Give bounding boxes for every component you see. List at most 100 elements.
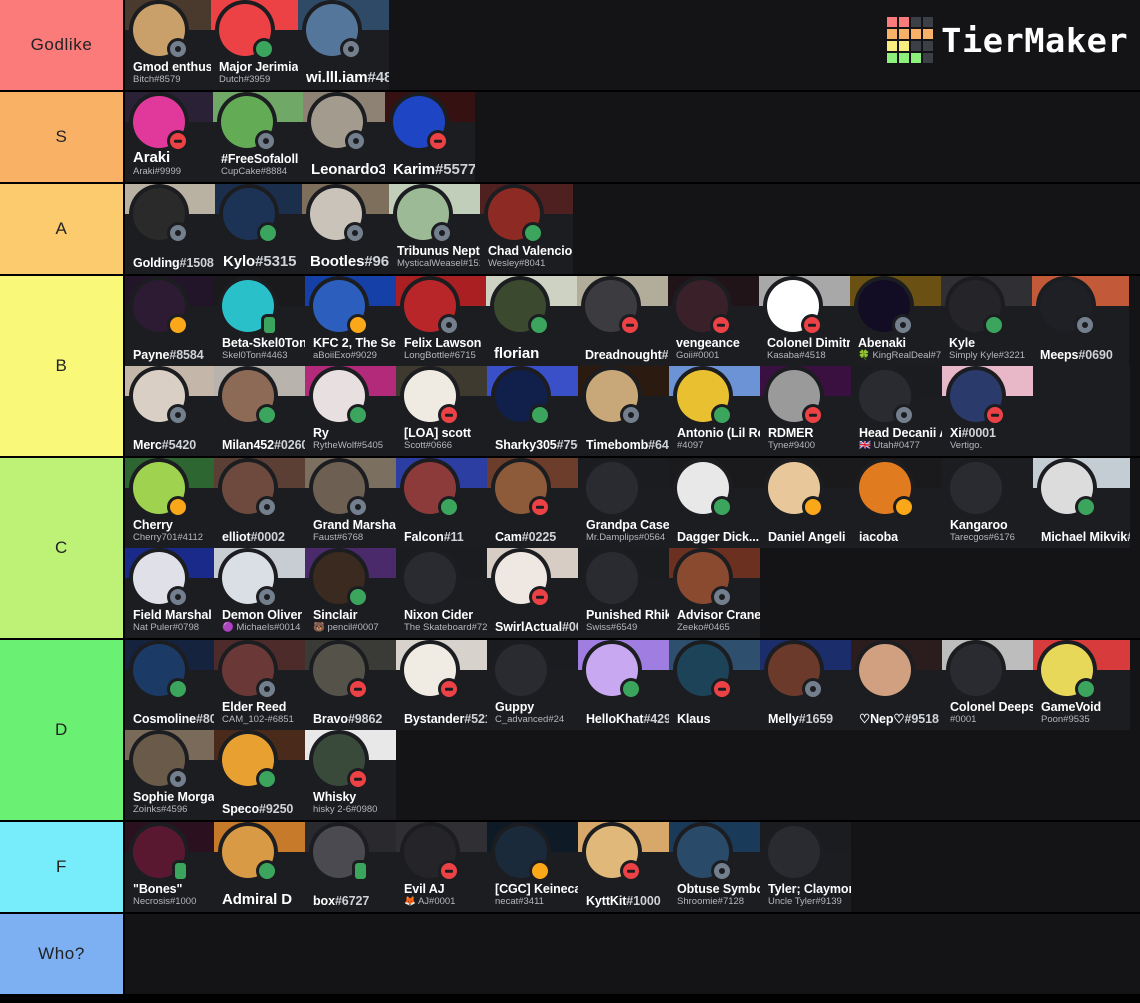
tier-label-godlike[interactable]: Godlike bbox=[0, 0, 125, 90]
tier-item-card[interactable]: Falcon#11 bbox=[396, 458, 487, 548]
tier-item-card[interactable]: Bootles#9609 bbox=[302, 184, 389, 274]
tier-item-card[interactable]: Chad Valencio / knightWesley#8041 bbox=[480, 184, 573, 274]
tier-item-card[interactable]: Milan452#0260 bbox=[214, 366, 305, 456]
tier-item-card[interactable]: Obtuse SymbolismShroomie#7128 bbox=[669, 822, 760, 912]
tier-item-card[interactable]: Sophie Morgan Zoinks#4596 bbox=[125, 730, 214, 820]
tier-item-card[interactable]: Leonardo3inch bbox=[303, 92, 385, 182]
tier-item-card[interactable]: vengeance Goii#0001 bbox=[668, 276, 759, 366]
tier-item-card[interactable]: Demon Oliver 🟣 Michaels#0014 bbox=[214, 548, 305, 638]
tier-item-card[interactable]: KyttKit#1000 bbox=[578, 822, 669, 912]
tier-item-card[interactable]: Meeps#0690 bbox=[1032, 276, 1129, 366]
tier-item-card[interactable]: Tyler; Claymore UncleUncle Tyler#9139 bbox=[760, 822, 851, 912]
tier-item-card[interactable]: Bystander#5219 bbox=[396, 640, 487, 730]
avatar bbox=[950, 462, 1002, 514]
tier-item-card[interactable]: Dagger Dick... bbox=[669, 458, 760, 548]
tier-label-b[interactable]: B bbox=[0, 276, 125, 456]
tier-item-card[interactable]: Elder Reed CAM_102-#6851 bbox=[214, 640, 305, 730]
tier-item-card[interactable]: Sinclair 🐻 pencil#0007 bbox=[305, 548, 396, 638]
tier-item-card[interactable]: Field Marshal Nat Puler#0798 bbox=[125, 548, 214, 638]
tier-item-card[interactable]: Melly#1659 bbox=[760, 640, 851, 730]
tier-item-card[interactable]: Admiral D bbox=[214, 822, 305, 912]
tier-body-f[interactable]: "Bones" Necrosis#1000 Admiral D box#6727 Evi… bbox=[125, 822, 1140, 912]
tier-item-card[interactable]: Kylo#5315 bbox=[215, 184, 302, 274]
tier-item-card[interactable]: Punished Rhik Swiss#6549 bbox=[578, 548, 669, 638]
tier-item-card[interactable]: Cam#0225 bbox=[487, 458, 578, 548]
status-indicator-offline bbox=[714, 863, 730, 879]
tier-item-card[interactable]: Kyle Simply Kyle#3221 bbox=[941, 276, 1032, 366]
tier-item-card[interactable]: Speco#9250 bbox=[214, 730, 305, 820]
tier-item-card[interactable]: Tribunus NeptuneMysticalWeasel#1515 bbox=[389, 184, 480, 274]
avatar bbox=[393, 96, 446, 149]
tier-item-card[interactable]: Michael Mikvik#144 bbox=[1033, 458, 1130, 548]
tier-label-d[interactable]: D bbox=[0, 640, 125, 820]
tier-item-card[interactable]: elliot#0002 bbox=[214, 458, 305, 548]
tier-label-c[interactable]: C bbox=[0, 458, 125, 638]
tier-item-card[interactable]: Karim#5577 bbox=[385, 92, 475, 182]
tier-item-card[interactable]: Major Jerimiah Dutch#3959 bbox=[211, 0, 298, 90]
status-indicator-online bbox=[532, 407, 548, 423]
tier-item-card[interactable]: box#6727 bbox=[305, 822, 396, 912]
tier-item-card[interactable]: Golding#1508 bbox=[125, 184, 215, 274]
tier-label-who[interactable]: Who? bbox=[0, 914, 125, 994]
status-indicator-dnd bbox=[532, 499, 548, 515]
display-name: Cosmoline#8093 bbox=[133, 711, 214, 726]
tier-item-card[interactable]: RDMER Tyne#9400 bbox=[760, 366, 851, 456]
tier-item-card[interactable]: Merc#5420 bbox=[125, 366, 214, 456]
tier-item-card[interactable]: Daniel Angeli bbox=[760, 458, 851, 548]
tier-label-f[interactable]: F bbox=[0, 822, 125, 912]
tier-item-card[interactable]: Guppy C_advanced#24 bbox=[487, 640, 578, 730]
tier-item-card[interactable]: KFC 2, The SequelaBoiiExo#9029 bbox=[305, 276, 396, 366]
tier-item-card[interactable]: Sharky305#7560 bbox=[487, 366, 578, 456]
tier-item-card[interactable]: Xi#0001 Vertigo. bbox=[942, 366, 1033, 456]
tier-item-card[interactable]: Timebomb#645 bbox=[578, 366, 669, 456]
tier-item-card[interactable]: Klaus bbox=[669, 640, 760, 730]
tier-item-card[interactable]: "Bones" Necrosis#1000 bbox=[125, 822, 214, 912]
tier-label-a[interactable]: A bbox=[0, 184, 125, 274]
tier-body-d[interactable]: Cosmoline#8093 Elder ReedCAM_102-#6851 Bra… bbox=[125, 640, 1140, 820]
tier-item-card[interactable]: Head Decanii Ancient Derek K.🇬🇧 Utah#047… bbox=[851, 366, 942, 456]
avatar bbox=[495, 552, 548, 605]
tier-body-s[interactable]: Araki Araki#9999 #FreeSofaloll CupCake#8884… bbox=[125, 92, 1140, 182]
tier-item-card[interactable]: [LOA] scott Scott#0666 bbox=[396, 366, 487, 456]
tier-item-card[interactable]: Grand Marshal FaustFaust#6768 bbox=[305, 458, 396, 548]
tier-item-card[interactable]: Whisky hisky 2-6#0980 bbox=[305, 730, 396, 820]
tier-item-card[interactable]: Nixon CiderThe Skateboard#7217 bbox=[396, 548, 487, 638]
tier-item-card[interactable]: Colonel Deepslate#0001 bbox=[942, 640, 1033, 730]
tier-item-card[interactable]: SwirlActual#000 bbox=[487, 548, 578, 638]
tier-item-card[interactable]: Bravo#9862 bbox=[305, 640, 396, 730]
tier-item-card[interactable]: Dreadnought#10 bbox=[577, 276, 668, 366]
tier-body-b[interactable]: Payne#8584 Beta-Skel0Ton Skel0Ton#4463 KFC … bbox=[125, 276, 1140, 456]
tier-item-card[interactable]: ♡Nep♡#9518 bbox=[851, 640, 942, 730]
tier-item-card[interactable]: Beta-Skel0Ton Skel0Ton#4463 bbox=[214, 276, 305, 366]
tier-item-card[interactable]: Advisor Crane Zeeko#0465 bbox=[669, 548, 760, 638]
tier-label-s[interactable]: S bbox=[0, 92, 125, 182]
tier-item-card[interactable]: Abenaki🍀 KingRealDeal#7720 bbox=[850, 276, 941, 366]
tier-item-card[interactable]: Cosmoline#8093 bbox=[125, 640, 214, 730]
tier-item-card[interactable]: Felix Lawson LongBottle#6715 bbox=[396, 276, 486, 366]
tier-item-card[interactable]: Payne#8584 bbox=[125, 276, 214, 366]
tier-item-card[interactable]: Grandpa Casey Mr.Damplips#0564 bbox=[578, 458, 669, 548]
card-names: Demon Oliver 🟣 Michaels#0014 bbox=[222, 608, 302, 634]
tier-body-a[interactable]: Golding#1508 Kylo#5315 Bootles#9609 Tribunu… bbox=[125, 184, 1140, 274]
tier-item-card[interactable]: Ry RytheWolf#5405 bbox=[305, 366, 396, 456]
tier-item-card[interactable]: iacoba bbox=[851, 458, 942, 548]
tier-item-card[interactable]: florian bbox=[486, 276, 577, 366]
tier-body-who[interactable] bbox=[125, 914, 1140, 994]
tier-item-card[interactable]: [CGC] Keineca necat#3411 bbox=[487, 822, 578, 912]
tier-body-godlike[interactable]: Gmod enthusiastBitch#8579 Major JerimiahD… bbox=[125, 0, 1140, 90]
tier-item-card[interactable]: Evil AJ 🦊 AJ#0001 bbox=[396, 822, 487, 912]
tier-item-card[interactable]: #FreeSofaloll CupCake#8884 bbox=[213, 92, 303, 182]
tier-item-card[interactable]: GameVoid Poon#9535 bbox=[1033, 640, 1130, 730]
tier-item-card[interactable] bbox=[1033, 366, 1130, 456]
tier-item-card[interactable]: Colonel Dimitri Kasaba#4518 bbox=[759, 276, 850, 366]
tier-item-card[interactable]: wi.lll.iam#4858 bbox=[298, 0, 389, 90]
tier-body-c[interactable]: Cherry Cherry701#4112 elliot#0002 Grand Mar… bbox=[125, 458, 1140, 638]
tier-item-card[interactable]: Antonio (Lil Ronnie's S#4097 bbox=[669, 366, 760, 456]
tier-item-card[interactable]: Gmod enthusiastBitch#8579 bbox=[125, 0, 211, 90]
tier-item-card[interactable]: Cherry Cherry701#4112 bbox=[125, 458, 214, 548]
avatar bbox=[311, 96, 364, 149]
avatar bbox=[495, 826, 548, 879]
tier-item-card[interactable]: HelloKhat#4299 bbox=[578, 640, 669, 730]
tier-item-card[interactable]: Araki Araki#9999 bbox=[125, 92, 213, 182]
tier-item-card[interactable]: Kangaroo Tarecgos#6176 bbox=[942, 458, 1033, 548]
